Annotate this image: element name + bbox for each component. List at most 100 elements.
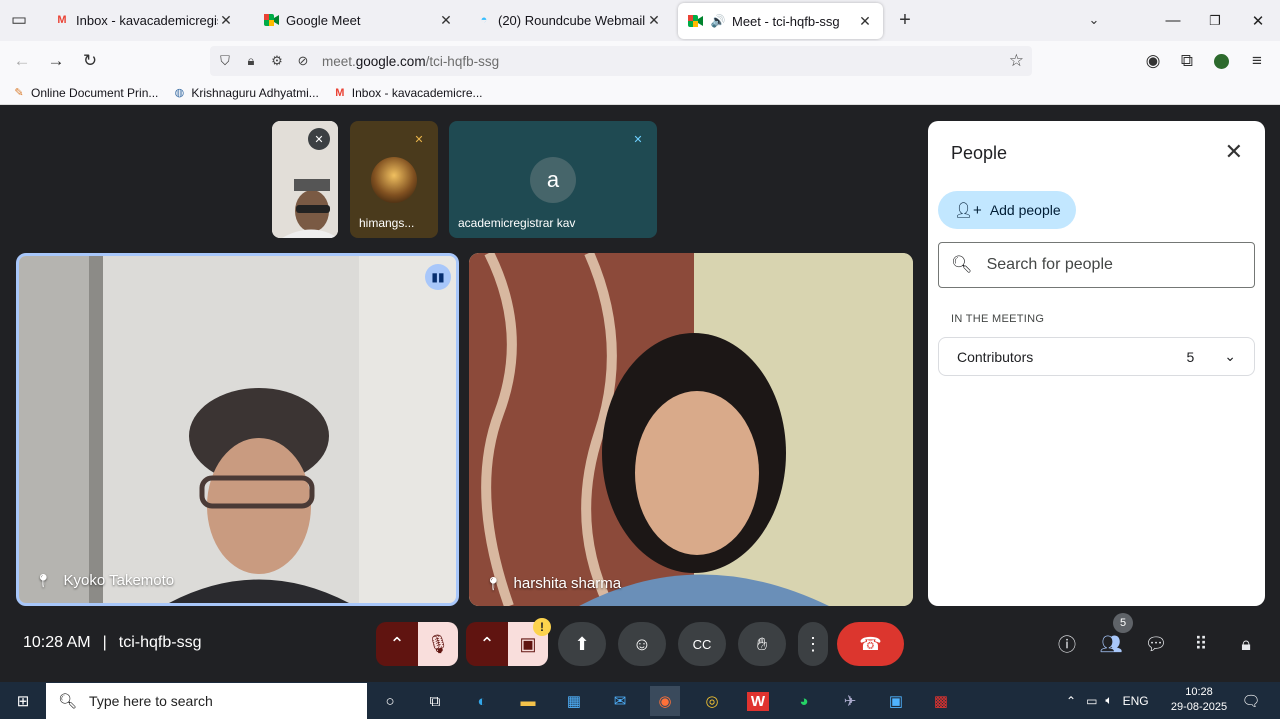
panel-title: People — [951, 143, 1008, 163]
chrome-icon[interactable]: ◎ — [697, 686, 727, 716]
participant-thumbnail[interactable]: ✕ — [272, 121, 338, 238]
close-tab-icon[interactable]: ✕ — [438, 12, 454, 29]
account-icon[interactable]: ◉ — [1140, 48, 1166, 74]
chevron-up-icon[interactable]: ⌃ — [1066, 694, 1076, 708]
contributors-dropdown[interactable]: Contributors 5 ⌄ — [938, 337, 1255, 376]
list-all-tabs-icon[interactable]: ⌄ — [1081, 7, 1107, 33]
close-tab-icon[interactable]: ✕ — [857, 13, 873, 30]
host-controls-button[interactable]: 🔒︎ — [1230, 628, 1262, 660]
more-options-button[interactable]: ⋮ — [798, 622, 828, 666]
close-panel-button[interactable]: ✕ — [1225, 139, 1243, 165]
whatsapp-icon[interactable]: ◕ — [789, 686, 819, 716]
new-tab-button[interactable]: + — [892, 7, 918, 33]
add-people-label: Add people — [989, 202, 1061, 218]
taskbar-clock[interactable]: 10:28 29-08-2025 — [1170, 685, 1228, 715]
meeting-details-button[interactable]: ⓘ — [1051, 628, 1083, 660]
divider: | — [102, 634, 107, 651]
firefox-icon[interactable]: ◉ — [650, 686, 680, 716]
cortana-icon[interactable]: ○ — [375, 686, 405, 716]
captions-button[interactable]: CC — [678, 622, 726, 666]
forward-button[interactable]: → — [43, 48, 69, 74]
video-options-button[interactable]: ⌃ — [466, 622, 508, 666]
activities-button[interactable]: ⠿ — [1185, 628, 1217, 660]
emoji-reaction-button[interactable]: ☺ — [618, 622, 666, 666]
reload-button[interactable]: ↻ — [77, 48, 103, 74]
windows-start-icon[interactable]: ⊞ — [8, 686, 38, 716]
bookmark-item[interactable]: ◍ Krishnaguru Adhyatmi... — [172, 86, 319, 100]
pin-icon[interactable]: 📍︎ — [35, 573, 52, 589]
wps-office-icon[interactable]: W — [743, 686, 773, 716]
apps-grid-icon: ⠿ — [1194, 633, 1208, 654]
back-button[interactable]: ← — [9, 48, 35, 74]
extensions-icon[interactable]: ⧉ — [1174, 48, 1200, 74]
add-people-button[interactable]: 👤︎+ Add people — [938, 191, 1076, 229]
raise-hand-button[interactable]: ✋︎ — [738, 622, 786, 666]
edge-icon[interactable]: ◐ — [467, 686, 497, 716]
lock-person-icon: 🔒︎ — [1241, 633, 1251, 654]
more-vert-icon: ⋮ — [804, 633, 822, 654]
participant-name: himangs... — [359, 216, 415, 230]
menu-icon[interactable]: ≡ — [1244, 48, 1270, 74]
tab-google-meet[interactable]: Google Meet ✕ — [254, 2, 464, 38]
minimize-button[interactable]: — — [1152, 0, 1194, 41]
bookmark-item[interactable]: ✎ Online Document Prin... — [12, 86, 158, 100]
file-explorer-icon[interactable]: ▬ — [513, 686, 543, 716]
camera-blocked-icon[interactable]: ⊘ — [292, 53, 314, 69]
shield-icon[interactable]: ⛉ — [214, 53, 236, 69]
network-icon[interactable]: ▭ — [1086, 694, 1097, 708]
bookmark-item[interactable]: M Inbox - kavacademicre... — [333, 86, 482, 100]
task-view-icon[interactable]: ⧉ — [420, 686, 450, 716]
leave-call-button[interactable]: ☎ — [837, 622, 904, 666]
mail-icon[interactable]: ✉ — [605, 686, 635, 716]
captions-icon: CC — [692, 636, 712, 652]
site-icon: ◍ — [174, 87, 185, 99]
bookmark-star-icon[interactable]: ☆ — [1009, 51, 1024, 71]
info-icon: ⓘ — [1058, 635, 1076, 655]
search-icon: 🔍︎ — [951, 255, 973, 274]
clock-date: 29-08-2025 — [1170, 701, 1228, 713]
profile-avatar[interactable] — [1208, 48, 1234, 74]
app-icon[interactable]: ▩ — [926, 686, 956, 716]
address-bar[interactable]: ⛉ 🔒︎ ⚙ ⊘ meet.google.com/tci-hqfb-ssg ☆ — [210, 46, 1032, 76]
participant-tile[interactable]: 📍︎ harshita sharma — [469, 253, 913, 606]
close-tab-icon[interactable]: ✕ — [218, 12, 234, 29]
meet-stage: ✕ ✕ himangs... a ✕ academicregistrar kav… — [0, 106, 1280, 682]
lock-icon[interactable]: 🔒︎ — [240, 53, 262, 69]
volume-muted-icon[interactable]: 🔈︎ — [1105, 693, 1112, 708]
tab-gmail-inbox[interactable]: M Inbox - kavacademicregistrar@ ✕ — [44, 2, 244, 38]
close-tab-icon[interactable]: ✕ — [646, 12, 662, 29]
tab-list-icon[interactable]: ▭ — [6, 7, 32, 33]
bookmarks-bar: ✎ Online Document Prin... ◍ Krishnaguru Ad… — [0, 81, 1280, 105]
tab-meet-active[interactable]: 🔊 Meet - tci-hqfb-ssg ✕ — [678, 3, 883, 39]
search-people-input[interactable]: 🔍︎ Search for people — [938, 242, 1255, 288]
close-window-button[interactable]: ✕ — [1237, 0, 1279, 41]
participant-tile-speaking[interactable]: ▮▮ 📍︎ Kyoko Takemoto — [16, 253, 459, 606]
search-icon: 🔍︎ — [58, 693, 78, 710]
bookmark-label: Online Document Prin... — [31, 85, 159, 100]
notifications-icon[interactable]: 🗨︎ — [1236, 686, 1266, 716]
app-icon[interactable]: ▣ — [881, 686, 911, 716]
search-placeholder: Type here to search — [89, 693, 213, 709]
participant-thumbnail[interactable]: a ✕ academicregistrar kav — [449, 121, 657, 238]
tab-title: Google Meet — [286, 12, 361, 28]
tab-title: Inbox - kavacademicregistrar@ — [76, 12, 218, 28]
language-indicator[interactable]: ENG — [1123, 694, 1149, 708]
speaker-icon[interactable]: 🔊 — [710, 13, 726, 29]
permissions-icon[interactable]: ⚙ — [266, 53, 288, 69]
section-label: IN THE MEETING — [951, 313, 1045, 325]
participant-thumbnail[interactable]: ✕ himangs... — [350, 121, 438, 238]
chat-button[interactable]: 💬︎ — [1140, 628, 1172, 660]
current-time: 10:28 AM — [23, 634, 91, 651]
pin-icon[interactable]: 📍︎ — [485, 576, 502, 592]
present-screen-button[interactable]: ⬆ — [558, 622, 606, 666]
taskbar-search-input[interactable]: 🔍︎ Type here to search — [46, 683, 367, 719]
audio-options-button[interactable]: ⌃ — [376, 622, 418, 666]
store-icon[interactable]: ▦ — [559, 686, 589, 716]
mic-off-icon: 🎙︎ — [426, 633, 450, 654]
microphone-toggle-button[interactable]: 🎙︎ — [418, 622, 458, 666]
app-icon[interactable]: ✈ — [835, 686, 865, 716]
search-placeholder: Search for people — [986, 256, 1113, 273]
contributors-label: Contributors — [957, 348, 1034, 365]
restore-button[interactable]: ❐ — [1194, 0, 1236, 41]
tab-roundcube[interactable]: ◓ (20) Roundcube Webmail :: Sear ✕ — [466, 2, 672, 38]
